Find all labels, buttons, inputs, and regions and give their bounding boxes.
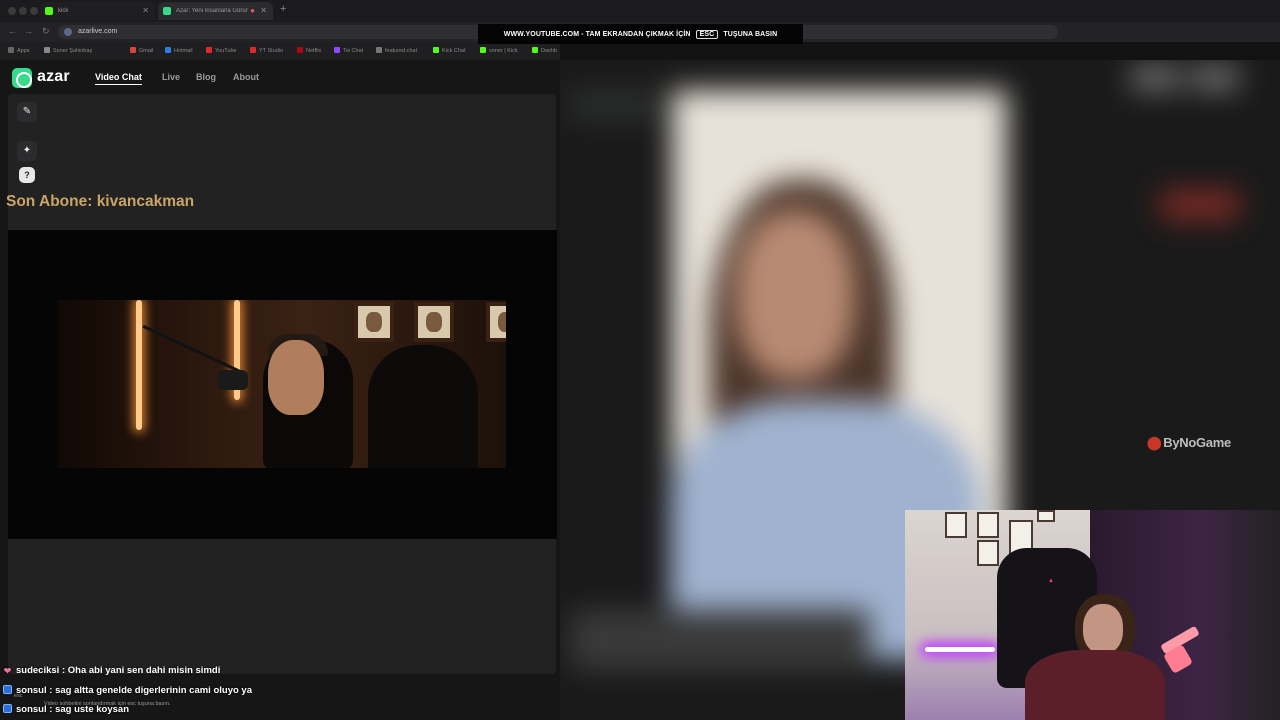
- wall-frame: [354, 302, 394, 342]
- chat-message: sonsul : sag altta genelde digerlerinin …: [3, 685, 252, 696]
- nav-blog[interactable]: Blog: [196, 72, 216, 82]
- blurred-bottom-bar: [570, 610, 870, 670]
- chat-text: sag uste koysan: [55, 704, 129, 715]
- back-icon[interactable]: ←: [8, 26, 17, 36]
- blurred-button: [1130, 65, 1180, 91]
- bookmark-kick-chat[interactable]: Kick Chat: [433, 47, 466, 54]
- bookmark-netflix[interactable]: Netflix: [297, 47, 321, 54]
- subscriber-badge-icon: [3, 704, 12, 713]
- fullscreen-banner-suffix: TUŞUNA BASIN: [723, 31, 778, 38]
- azar-brand[interactable]: azar: [37, 68, 70, 86]
- video-frame: [58, 300, 506, 468]
- tab-title: Azar: Yeni İnsanlarla Görüntülü Sohbet: [176, 8, 248, 14]
- fullscreen-banner-prefix: WWW.YOUTUBE.COM - TAM EKRANDAN ÇIKMAK İÇ…: [503, 31, 691, 38]
- azar-logo-icon[interactable]: [12, 68, 32, 88]
- heart-badge-icon: ❤: [3, 666, 12, 676]
- streamer-face: [1083, 604, 1123, 654]
- bookmark-soner[interactable]: Soner Şahinbaş: [44, 47, 92, 54]
- tab-azar[interactable]: Azar: Yeni İnsanlarla Görüntülü Sohbet ●…: [158, 2, 273, 20]
- edit-icon[interactable]: ✎: [17, 102, 37, 122]
- wall-frame: [1037, 510, 1055, 522]
- nav-video-chat[interactable]: Video Chat: [95, 72, 142, 85]
- wall-frame: [486, 302, 506, 342]
- chair-logo-icon: ▲: [1048, 578, 1054, 584]
- bookmark-youtube[interactable]: YouTube: [206, 47, 237, 54]
- streamer-webcam: ▲: [905, 510, 1280, 720]
- last-subscriber-label: Son Abone: kivancakman: [6, 193, 195, 210]
- embedded-video-player[interactable]: [8, 230, 557, 539]
- url-text: azarlive.com: [78, 28, 118, 35]
- tab-kick[interactable]: kick ✕: [40, 2, 155, 20]
- subscriber-badge-icon: [3, 685, 12, 694]
- tab-title: kick: [58, 8, 69, 14]
- window-zoom-control[interactable]: [30, 7, 38, 15]
- blurred-red-element: [1160, 190, 1240, 220]
- chat-text: sag altta genelde digerlerinin cami oluy…: [55, 685, 252, 696]
- kick-favicon-icon: [45, 7, 53, 15]
- streamer-body: [1025, 650, 1165, 720]
- tab-recording-icon: ●: [250, 6, 255, 15]
- nav-about[interactable]: About: [233, 72, 259, 82]
- chat-username: sonsul: [16, 704, 47, 715]
- second-person: [368, 345, 478, 468]
- bookmark-yt-studio[interactable]: YT Studio: [250, 47, 283, 54]
- esc-hint-key: esc: [14, 693, 23, 699]
- partner-face: [735, 210, 855, 380]
- tab-close-icon[interactable]: ✕: [142, 6, 149, 15]
- host-face: [268, 340, 324, 415]
- window-minimize-control[interactable]: [19, 7, 27, 15]
- reload-icon[interactable]: ↻: [42, 26, 50, 37]
- neon-tube-light: [136, 300, 142, 430]
- bookmark-hotmail[interactable]: Hotmail: [165, 47, 193, 54]
- bookmark-featured-chat[interactable]: featured.chat: [376, 47, 417, 54]
- wall-frame: [977, 512, 999, 538]
- chat-username: sudeciksi: [16, 665, 60, 676]
- window-close-control[interactable]: [8, 7, 16, 15]
- chat-message: sonsul : sag uste koysan: [3, 704, 129, 715]
- bynogame-watermark: ⬤ ByNoGame: [1147, 435, 1231, 451]
- bookmark-apps[interactable]: Apps: [8, 47, 30, 54]
- blurred-card: [568, 90, 660, 120]
- bookmark-dashb[interactable]: Dashb: [532, 47, 557, 54]
- fullscreen-exit-banner: WWW.YOUTUBE.COM - TAM EKRANDAN ÇIKMAK İÇ…: [478, 24, 803, 44]
- flame-icon: ⬤: [1147, 435, 1162, 450]
- new-tab-button[interactable]: +: [280, 3, 286, 15]
- bookmark-tw-chat[interactable]: Tw Chat: [334, 47, 363, 54]
- microphone: [218, 370, 248, 390]
- chat-message: ❤ sudeciksi : Oha abi yani sen dahi misin…: [3, 665, 221, 676]
- sparkle-icon[interactable]: ✦: [17, 141, 37, 161]
- wall-frame: [414, 302, 454, 342]
- bookmark-gmail[interactable]: Gmail: [130, 47, 153, 54]
- nav-live[interactable]: Live: [162, 72, 180, 82]
- blurred-button: [1190, 65, 1240, 91]
- wall-frame: [977, 540, 999, 566]
- wall-frame: [945, 512, 967, 538]
- bookmark-soner-kick[interactable]: soner | Kick: [480, 47, 518, 54]
- esc-key-badge: ESC: [695, 30, 719, 39]
- browser-tab-bar: kick ✕ Azar: Yeni İnsanlarla Görüntülü S…: [0, 0, 1280, 22]
- azar-favicon-icon: [163, 7, 171, 15]
- tab-close-icon[interactable]: ✕: [260, 6, 267, 15]
- site-info-icon[interactable]: [64, 28, 72, 36]
- forward-icon[interactable]: →: [24, 26, 33, 36]
- bookmarks-bar: Apps Soner Şahinbaş Gmail Hotmail YouTub…: [0, 42, 560, 60]
- neon-light: [925, 647, 995, 652]
- bynogame-text: ByNoGame: [1163, 435, 1231, 450]
- chat-text: Oha abi yani sen dahi misin simdi: [67, 665, 221, 676]
- help-icon[interactable]: ?: [19, 167, 35, 183]
